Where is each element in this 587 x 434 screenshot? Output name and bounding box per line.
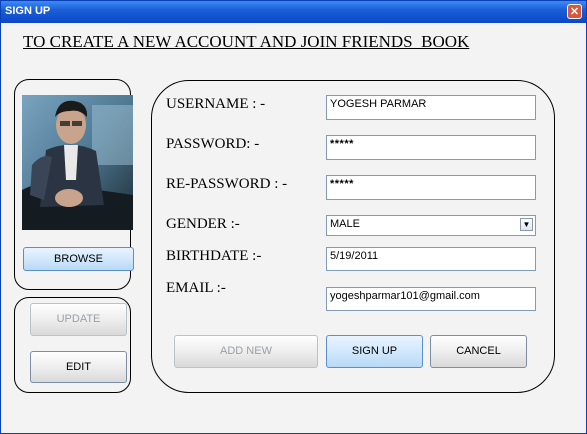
- client-area: TO CREATE A NEW ACCOUNT AND JOIN FRIENDS…: [4, 23, 583, 431]
- repassword-field[interactable]: *****: [326, 175, 536, 200]
- chevron-down-icon[interactable]: ▼: [520, 218, 533, 231]
- username-field[interactable]: YOGESH PARMAR: [326, 95, 536, 120]
- profile-photo-image: [22, 95, 133, 230]
- profile-photo: [22, 95, 133, 230]
- gender-selected-value: MALE: [330, 218, 360, 230]
- add-new-button[interactable]: ADD NEW: [174, 335, 318, 368]
- username-label: USERNAME : -: [166, 96, 266, 112]
- birthdate-label: BIRTHDATE :-: [166, 248, 262, 264]
- gender-label: GENDER :-: [166, 216, 240, 232]
- signup-window: SIGN UP ✕ TO CREATE A NEW ACCOUNT AND JO…: [0, 0, 587, 434]
- gender-select[interactable]: MALE ▼: [326, 215, 536, 236]
- email-field[interactable]: yogeshparmar101@gmail.com: [326, 287, 536, 311]
- page-heading: TO CREATE A NEW ACCOUNT AND JOIN FRIENDS…: [23, 32, 470, 51]
- title-bar[interactable]: SIGN UP ✕: [1, 1, 586, 23]
- birthdate-field[interactable]: 5/19/2011: [326, 247, 536, 271]
- password-field[interactable]: *****: [326, 135, 536, 160]
- email-label: EMAIL :-: [166, 280, 226, 296]
- edit-button[interactable]: EDIT: [30, 351, 127, 383]
- cancel-button[interactable]: CANCEL: [430, 335, 527, 368]
- repassword-label: RE-PASSWORD : -: [166, 176, 288, 192]
- close-icon[interactable]: ✕: [567, 4, 582, 19]
- browse-button[interactable]: BROWSE: [23, 247, 134, 271]
- update-button[interactable]: UPDATE: [30, 303, 127, 336]
- window-title: SIGN UP: [5, 5, 51, 17]
- password-label: PASSWORD: -: [166, 136, 260, 152]
- sign-up-button[interactable]: SIGN UP: [326, 335, 423, 368]
